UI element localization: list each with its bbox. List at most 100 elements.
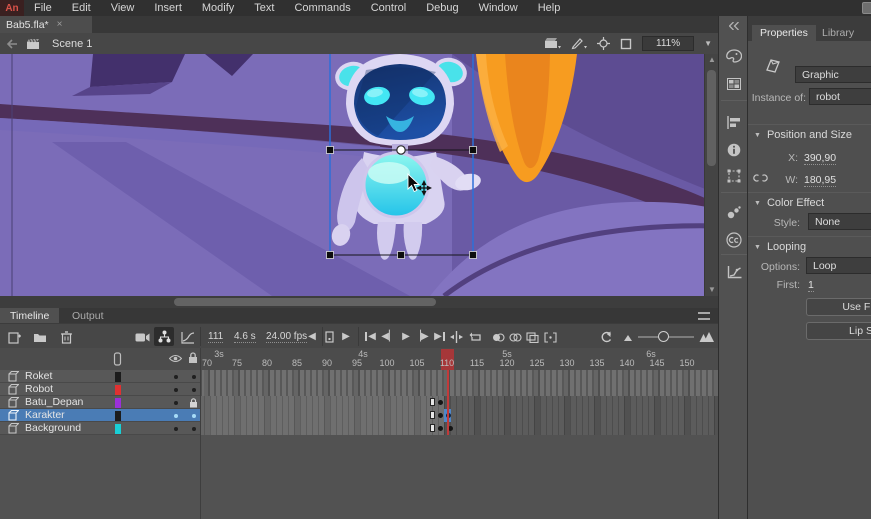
ruler-frame-number[interactable]: 115 [470, 358, 484, 368]
step-back-one-frame-button[interactable]: ◀▏ [381, 329, 397, 345]
x-value[interactable]: 390,90 [804, 152, 836, 165]
layer-frames-span[interactable] [200, 409, 444, 422]
menu-window[interactable]: Window [469, 0, 528, 16]
keyframe-dot[interactable] [438, 413, 443, 418]
span-end-marker[interactable] [430, 398, 435, 406]
zoom-timeline-in-icon[interactable] [698, 329, 714, 345]
transform-panel-icon[interactable] [726, 168, 742, 184]
horizontal-scroll-thumb[interactable] [174, 298, 436, 306]
edit-scene-icon[interactable] [545, 37, 561, 50]
scene-breadcrumb[interactable]: Scene 1 [52, 38, 92, 50]
layer-visibility-dot[interactable] [174, 427, 178, 431]
layer-row-karakter[interactable]: Karakter [0, 409, 718, 422]
layer-row-background[interactable]: Background [0, 422, 718, 435]
modify-markers-icon[interactable] [542, 329, 558, 345]
menu-commands[interactable]: Commands [284, 0, 360, 16]
ruler-frame-number[interactable]: 70 [202, 358, 212, 368]
ruler-frame-number[interactable]: 130 [559, 358, 574, 368]
ruler-frame-number[interactable]: 100 [379, 358, 394, 368]
menu-file[interactable]: File [24, 0, 62, 16]
menu-view[interactable]: View [101, 0, 145, 16]
layer-lock-dot[interactable] [192, 375, 196, 379]
onion-skin-icon[interactable] [490, 329, 506, 345]
first-frame-value[interactable]: 1 [808, 279, 814, 292]
layer-name[interactable]: Batu_Depan [25, 396, 83, 408]
current-frame-counter[interactable]: 111 [208, 331, 223, 343]
step-forward-one-frame-button[interactable]: ▕▶ [413, 329, 429, 345]
tab-properties[interactable]: Properties [752, 25, 816, 41]
go-to-last-frame-button[interactable]: ▶ [430, 329, 446, 345]
link-width-height-icon[interactable] [753, 172, 768, 184]
ruler-frame-number[interactable]: 150 [679, 358, 694, 368]
ruler-frame-number[interactable]: 140 [619, 358, 634, 368]
frame-rate[interactable]: 24.00 fps [266, 331, 307, 343]
clip-content-icon[interactable] [620, 38, 632, 50]
reset-timeline-zoom-icon[interactable] [598, 329, 614, 345]
ruler-frame-number[interactable]: 85 [292, 358, 302, 368]
stage-canvas[interactable] [0, 54, 718, 296]
layer-name[interactable]: Background [25, 422, 81, 434]
play-button[interactable]: ▶ [398, 329, 414, 345]
section-color-effect[interactable]: Color Effect [754, 197, 824, 209]
ruler-frame-number[interactable]: 125 [529, 358, 544, 368]
menu-control[interactable]: Control [361, 0, 416, 16]
layer-color-swatch[interactable] [115, 385, 121, 395]
layer-row-roket[interactable]: Roket [0, 370, 718, 383]
ruler-frame-number[interactable]: 120 [499, 358, 514, 368]
ruler-frame-number[interactable]: 145 [649, 358, 664, 368]
menu-edit[interactable]: Edit [62, 0, 101, 16]
tab-output[interactable]: Output [62, 308, 114, 323]
layer-name[interactable]: Robot [25, 383, 53, 395]
span-end-marker[interactable] [430, 411, 435, 419]
ruler-frame-number[interactable]: 110 [440, 358, 454, 368]
use-frame-picker-button[interactable]: Use Fra [806, 298, 871, 316]
center-frame-icon[interactable] [448, 329, 464, 345]
step-forward-icon[interactable]: ▶ [338, 329, 354, 345]
section-looping[interactable]: Looping [754, 241, 806, 253]
ruler-frame-number[interactable]: 105 [409, 358, 424, 368]
ruler-frame-number[interactable]: 90 [322, 358, 332, 368]
elapsed-time[interactable]: 4.6 s [234, 331, 256, 343]
transformation-point[interactable] [397, 146, 405, 154]
keyframe-dot[interactable] [438, 426, 443, 431]
new-folder-button[interactable] [32, 329, 48, 345]
onion-skin-outlines-icon[interactable] [507, 329, 523, 345]
layer-color-swatch[interactable] [115, 411, 121, 421]
menu-modify[interactable]: Modify [192, 0, 244, 16]
keyframe-dot[interactable] [438, 400, 443, 405]
step-back-icon[interactable]: ◀ [304, 329, 320, 345]
frame-view-graph-icon[interactable] [180, 329, 196, 345]
menu-help[interactable]: Help [528, 0, 571, 16]
zoom-level-select[interactable]: 111% [642, 36, 694, 51]
lip-syncing-button[interactable]: Lip S [806, 322, 871, 340]
animate-app-icon[interactable]: An [0, 0, 24, 16]
brush-library-panel-icon[interactable] [726, 204, 742, 220]
timeline-ruler[interactable]: 3s4s5s6s 7075808590951001051101151201251… [0, 348, 718, 370]
layer-row-robot[interactable]: Robot [0, 383, 718, 396]
layer-name[interactable]: Roket [25, 370, 52, 382]
stage-vertical-scrollbar[interactable]: ▲ ▼ [704, 54, 718, 296]
color-panel-icon[interactable] [726, 48, 742, 64]
playhead-line[interactable] [447, 370, 449, 435]
style-select[interactable]: None [808, 213, 871, 230]
center-playhead-icon[interactable] [321, 329, 337, 345]
ruler-frame-number[interactable]: 75 [232, 358, 242, 368]
new-layer-button[interactable] [6, 329, 22, 345]
layer-name[interactable]: Karakter [25, 409, 65, 421]
show-parenting-view-button[interactable] [154, 327, 174, 346]
document-tab[interactable]: Bab5.fla* × [0, 16, 92, 33]
layer-color-swatch[interactable] [115, 372, 121, 382]
back-arrow-icon[interactable] [6, 39, 18, 49]
layer-frames-span[interactable] [200, 383, 718, 396]
section-position-and-size[interactable]: Position and Size [754, 129, 852, 141]
w-value[interactable]: 180,95 [804, 174, 836, 187]
edit-symbols-icon[interactable] [571, 37, 587, 50]
layer-lock-dot[interactable] [192, 414, 196, 418]
workspace-icon-partial[interactable] [862, 2, 871, 14]
layer-visibility-dot[interactable] [174, 375, 178, 379]
zoom-chevron-down-icon[interactable]: ▼ [704, 39, 712, 48]
tab-timeline[interactable]: Timeline [0, 308, 59, 323]
ruler-frame-number[interactable]: 135 [589, 358, 604, 368]
loop-options-select[interactable]: Loop [806, 257, 871, 274]
info-panel-icon[interactable] [726, 142, 742, 158]
